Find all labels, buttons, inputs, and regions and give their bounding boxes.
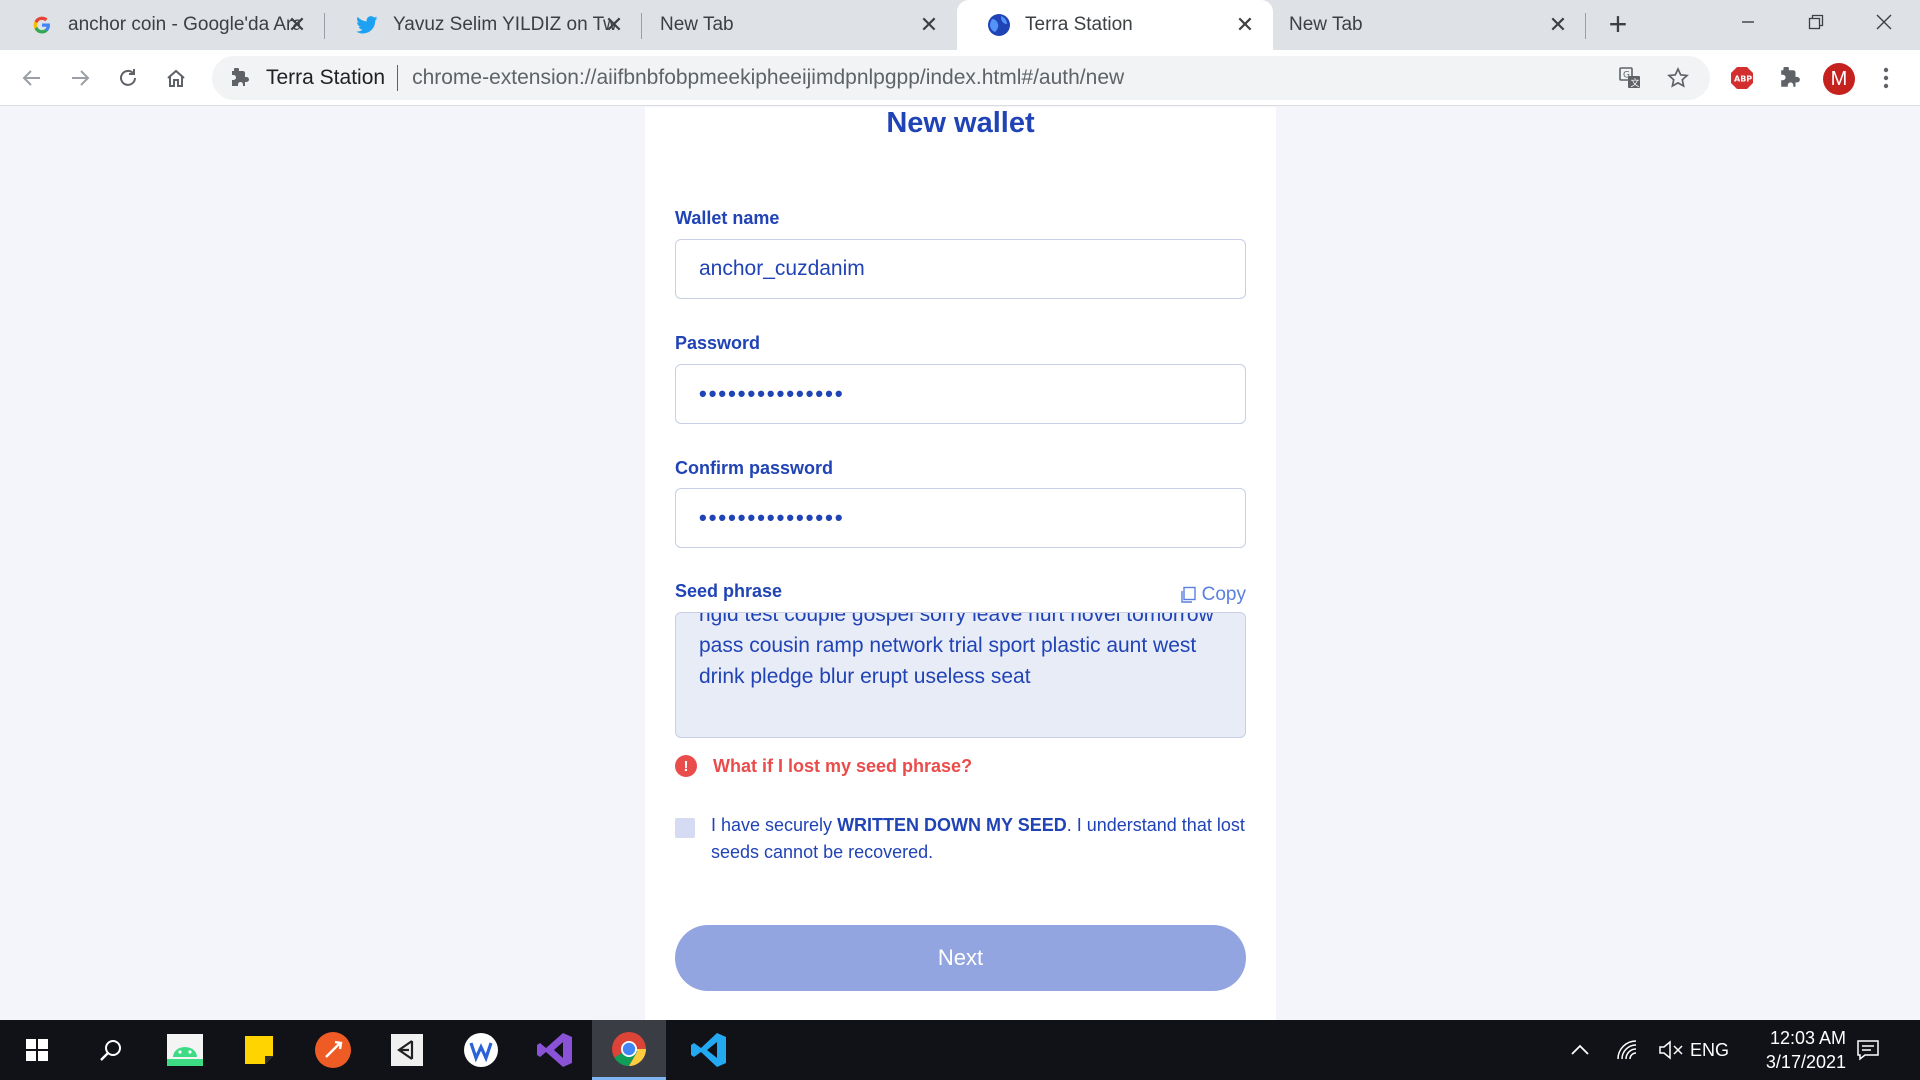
close-icon[interactable]: ✕ (285, 13, 309, 37)
close-icon (1876, 14, 1892, 30)
language-indicator[interactable]: ENG (1690, 1040, 1729, 1061)
close-window-button[interactable] (1850, 0, 1918, 44)
new-wallet-card: New wallet Wallet name anchor_cuzdanim P… (645, 107, 1276, 1020)
home-icon (167, 69, 185, 87)
seed-confirm-label: I have securely WRITTEN DOWN MY SEED. I … (711, 812, 1246, 866)
wps-icon[interactable] (444, 1020, 518, 1080)
tab-strip: anchor coin - Google'da Ara ✕ Yavuz Seli… (0, 0, 1920, 50)
wifi-icon[interactable] (1605, 1020, 1649, 1080)
password-label: Password (675, 333, 761, 353)
vscode-icon[interactable] (672, 1020, 746, 1080)
minimize-icon (1742, 21, 1754, 23)
puzzle-icon (1781, 67, 1800, 87)
tab-separator (1585, 13, 1586, 39)
password-input[interactable]: ••••••••••••••• (675, 364, 1246, 424)
home-button[interactable] (160, 62, 192, 94)
clock[interactable]: 12:03 AM 3/17/2021 (1736, 1026, 1846, 1074)
tab-title: New Tab (1289, 14, 1363, 35)
menu-button[interactable] (1870, 62, 1902, 94)
postman-icon[interactable] (296, 1020, 370, 1080)
star-icon[interactable] (1662, 62, 1694, 94)
clock-time: 12:03 AM (1769, 1028, 1846, 1048)
tab-title: anchor coin - Google'da Ara (68, 14, 300, 35)
arrow-left-icon (22, 70, 40, 86)
notification-icon[interactable] (1840, 1020, 1896, 1080)
confirm-password-value: ••••••••••••••• (699, 505, 845, 530)
puzzle-icon (228, 66, 252, 90)
reload-icon (120, 69, 136, 86)
speaker-muted-icon[interactable] (1649, 1020, 1693, 1080)
close-icon[interactable]: ✕ (917, 13, 941, 37)
google-icon (30, 13, 54, 37)
start-button[interactable] (0, 1020, 74, 1080)
close-icon[interactable]: ✕ (1546, 13, 1570, 37)
confirm-password-label: Confirm password (675, 458, 834, 478)
chrome-icon[interactable] (592, 1020, 666, 1080)
seed-confirm-text-before: I have securely (711, 815, 838, 835)
forward-button[interactable] (64, 62, 96, 94)
copy-label: Copy (1201, 584, 1246, 605)
visual-studio-icon[interactable] (518, 1020, 592, 1080)
tab-terra-station[interactable]: Terra Station ✕ (957, 0, 1273, 50)
reload-button[interactable] (112, 62, 144, 94)
address-bar[interactable]: Terra Station chrome-extension://aiifbnb… (212, 56, 1710, 100)
windows-icon (26, 1039, 48, 1061)
restore-button[interactable] (1782, 0, 1850, 44)
windows-taskbar: ENG 12:03 AM 3/17/2021 (0, 1020, 1920, 1080)
close-icon[interactable]: ✕ (602, 13, 626, 37)
chevron-up-icon[interactable] (1555, 1020, 1605, 1080)
new-tab-button[interactable]: + (1600, 8, 1636, 40)
browser-toolbar: Terra Station chrome-extension://aiifbnb… (0, 50, 1920, 106)
omnibox-divider (397, 65, 399, 91)
kebab-menu-icon (1883, 67, 1889, 89)
minimize-button[interactable] (1714, 0, 1782, 44)
android-studio-icon[interactable] (148, 1020, 222, 1080)
search-button[interactable] (74, 1020, 148, 1080)
tab-title: Yavuz Selim YILDIZ on Twitter (393, 14, 615, 35)
tab-new-tab[interactable]: New Tab ✕ (1273, 0, 1586, 50)
wallet-name-input[interactable]: anchor_cuzdanim (675, 239, 1246, 299)
lost-seed-link[interactable]: ! What if I lost my seed phrase? (675, 755, 972, 777)
url-text[interactable]: chrome-extension://aiifbnbfobpmeekipheei… (412, 66, 1124, 90)
seed-phrase-text: rigid test couple gospel sorry leave hur… (699, 612, 1214, 688)
alert-icon: ! (675, 755, 697, 777)
extensions-button[interactable] (1774, 62, 1806, 94)
tab-google[interactable]: anchor coin - Google'da Ara ✕ (0, 0, 325, 50)
next-button[interactable]: Next (675, 925, 1246, 991)
tab-twitter[interactable]: Yavuz Selim YILDIZ on Twitter ✕ (325, 0, 642, 50)
wallet-name-label: Wallet name (675, 208, 780, 228)
lost-seed-text: What if I lost my seed phrase? (713, 755, 973, 776)
seed-confirm-text-bold: WRITTEN DOWN MY SEED (837, 815, 1067, 835)
arrow-right-icon (72, 70, 90, 86)
restore-icon (1808, 14, 1824, 30)
site-name: Terra Station (266, 66, 386, 89)
terra-globe-icon (987, 13, 1011, 37)
tab-new-tab[interactable]: New Tab ✕ (642, 0, 957, 50)
seed-phrase-label: Seed phrase (675, 581, 783, 601)
search-icon (100, 1040, 121, 1061)
copy-icon (1180, 586, 1196, 603)
translate-icon[interactable]: G文 (1614, 62, 1646, 94)
close-icon[interactable]: ✕ (1233, 13, 1257, 37)
seed-confirm-checkbox[interactable] (675, 818, 695, 838)
adblock-icon[interactable]: ABP (1726, 62, 1758, 94)
unity-icon[interactable] (370, 1020, 444, 1080)
password-value: ••••••••••••••• (699, 381, 845, 406)
seed-phrase-textarea[interactable]: rigid test couple gospel sorry leave hur… (675, 612, 1246, 738)
profile-avatar[interactable]: M (1823, 63, 1855, 95)
tab-title: New Tab (660, 14, 734, 35)
back-button[interactable] (16, 62, 48, 94)
page-content: New wallet Wallet name anchor_cuzdanim P… (0, 107, 1920, 1020)
confirm-password-input[interactable]: ••••••••••••••• (675, 488, 1246, 548)
twitter-icon (355, 13, 379, 37)
svg-text:ABP: ABP (1734, 75, 1752, 84)
clock-date: 3/17/2021 (1765, 1052, 1846, 1072)
page-title: New wallet (886, 107, 1035, 139)
copy-button[interactable]: Copy (1179, 584, 1246, 606)
sticky-notes-icon[interactable] (222, 1020, 296, 1080)
wallet-name-value: anchor_cuzdanim (699, 257, 865, 280)
svg-text:文: 文 (1631, 77, 1640, 89)
